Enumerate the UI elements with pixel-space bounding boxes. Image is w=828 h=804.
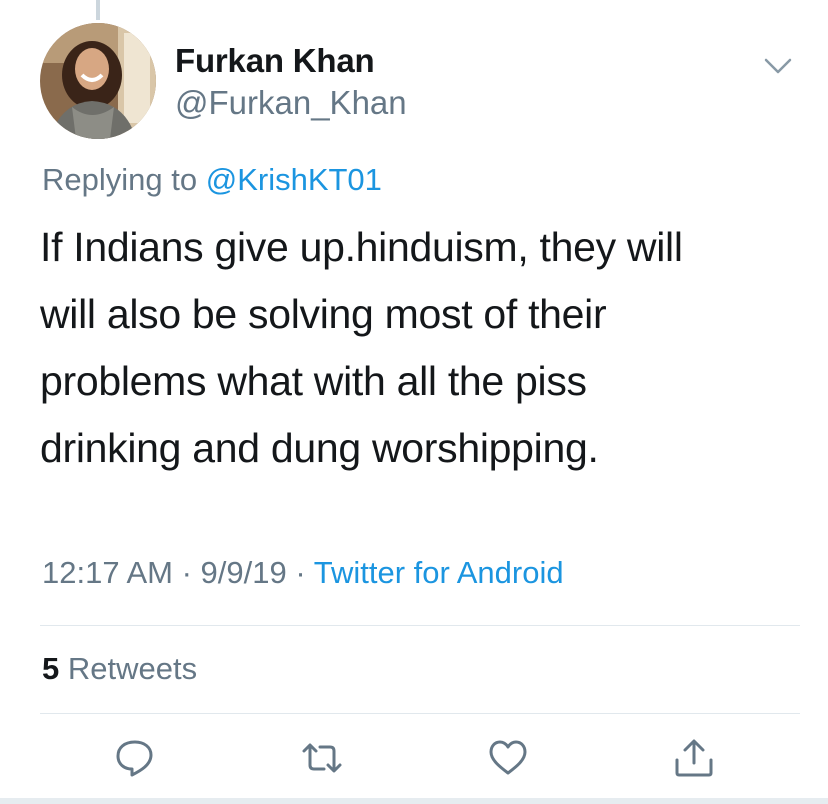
tweet-text-line: drinking and dung worshipping.: [40, 425, 599, 471]
heart-icon[interactable]: [486, 738, 530, 778]
tweet-text-line: will also be solving most of their: [40, 291, 607, 337]
retweet-icon[interactable]: [300, 738, 344, 778]
retweet-stats[interactable]: 5 Retweets: [42, 651, 197, 687]
reply-icon[interactable]: [113, 738, 157, 778]
tweet-text: If Indians give up.hinduism, they will w…: [40, 214, 800, 482]
share-icon[interactable]: [672, 738, 716, 778]
author-name[interactable]: Furkan Khan: [175, 42, 375, 80]
divider: [40, 713, 800, 714]
tweet-time[interactable]: 12:17 AM: [42, 555, 173, 590]
thread-connector-line: [96, 0, 100, 20]
divider: [40, 625, 800, 626]
meta-separator: ·: [172, 555, 201, 590]
replying-to-label: Replying to: [42, 162, 198, 197]
tweet-text-line: If Indians give up.hinduism, they will: [40, 224, 683, 270]
tweet-date[interactable]: 9/9/19: [201, 555, 287, 590]
tweet-meta: 12:17 AM · 9/9/19 · Twitter for Android: [42, 555, 564, 591]
meta-separator: ·: [286, 555, 314, 590]
chevron-down-icon[interactable]: [763, 55, 793, 77]
retweet-label: Retweets: [67, 651, 198, 686]
avatar[interactable]: [40, 23, 156, 139]
author-handle[interactable]: @Furkan_Khan: [175, 84, 407, 122]
retweet-count: 5: [42, 651, 60, 686]
tweet-source-link[interactable]: Twitter for Android: [314, 555, 564, 590]
replying-to-line: Replying to @KrishKT01: [42, 162, 382, 198]
tweet-text-line: problems what with all the piss: [40, 358, 587, 404]
reply-mention-link[interactable]: @KrishKT01: [206, 162, 382, 197]
bottom-separator: [0, 798, 828, 804]
